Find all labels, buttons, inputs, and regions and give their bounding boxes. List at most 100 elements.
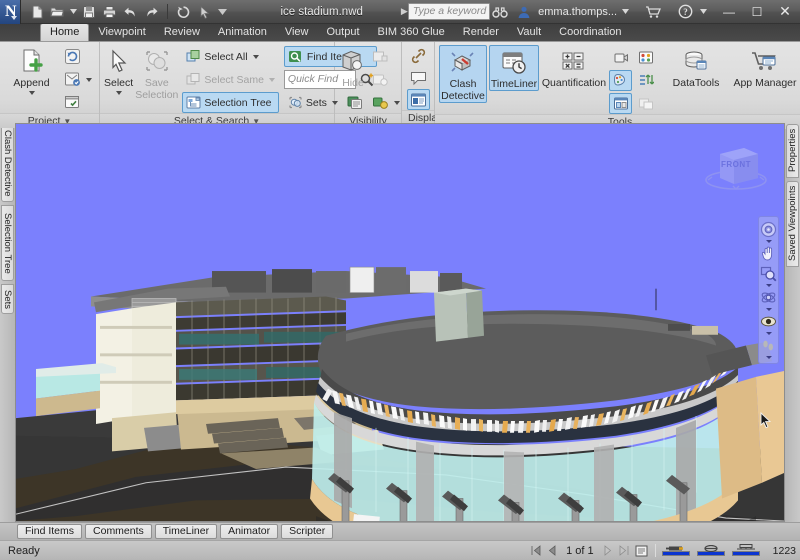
save-selection-button[interactable]: Save Selection	[135, 45, 178, 101]
select-all-button[interactable]: Select All	[182, 46, 279, 67]
undo-arrow-icon[interactable]	[121, 2, 140, 21]
unhide-all-button[interactable]	[369, 92, 403, 113]
hide-button[interactable]: Hide	[339, 45, 367, 89]
selection-tree-label: Selection Tree	[204, 96, 272, 109]
sidebar-item-clash-detective[interactable]: Clash Detective	[1, 124, 14, 202]
shopping-cart-icon[interactable]	[643, 2, 663, 22]
scene-viewport[interactable]: FRONT	[15, 123, 785, 522]
selection-tree-button[interactable]: Selection Tree	[182, 92, 279, 113]
tab-review[interactable]: Review	[155, 23, 209, 41]
quick-properties-button[interactable]	[407, 67, 430, 88]
tab-bim360glue[interactable]: BIM 360 Glue	[369, 23, 454, 41]
sidebar-item-properties[interactable]: Properties	[786, 124, 799, 178]
steering-wheel-icon[interactable]	[759, 220, 778, 239]
sidebar-item-sets[interactable]: Sets	[1, 284, 14, 314]
appearance-profiler-button[interactable]	[609, 70, 632, 91]
application-menu-button[interactable]: N	[0, 0, 22, 24]
redo-arrow-icon[interactable]	[142, 2, 161, 21]
bottom-tab-timeliner[interactable]: TimeLiner	[154, 524, 218, 539]
search-binoculars-icon[interactable]	[490, 2, 510, 22]
tab-home[interactable]: Home	[40, 23, 90, 41]
batch-utility-button[interactable]	[634, 70, 657, 91]
tools-small-buttons	[609, 45, 657, 114]
scripter-button[interactable]	[634, 47, 657, 68]
tab-animation[interactable]: Animation	[209, 23, 276, 41]
sheet-browser-button[interactable]	[634, 544, 649, 557]
first-sheet-button[interactable]	[529, 544, 542, 557]
sidebar-item-saved-viewpoints[interactable]: Saved Viewpoints	[786, 181, 799, 267]
select-all-dropdown-icon[interactable]	[252, 54, 259, 59]
panel-display-body	[402, 42, 434, 110]
bottom-tab-scripter[interactable]: Scripter	[281, 524, 334, 539]
reset-all-button[interactable]	[61, 69, 95, 90]
timeliner-button[interactable]: TimeLiner	[489, 45, 539, 91]
page-icon[interactable]	[27, 2, 46, 21]
search-input[interactable]: Type a keyword or phrase	[407, 3, 491, 20]
steering-wheel-dropdown-icon[interactable]	[765, 240, 772, 243]
magnifier-icon[interactable]	[759, 264, 778, 283]
printer-icon[interactable]	[100, 2, 119, 21]
eye-icon[interactable]	[759, 312, 778, 331]
footprints-icon[interactable]	[759, 336, 778, 355]
chevron-down-icon[interactable]	[216, 2, 228, 21]
tab-view[interactable]: View	[276, 23, 318, 41]
last-sheet-button[interactable]	[618, 544, 631, 557]
unhide-all-dropdown-icon[interactable]	[394, 100, 400, 105]
maximize-button[interactable]: ☐	[745, 2, 769, 22]
reset-all-dropdown-icon[interactable]	[86, 77, 92, 82]
close-button[interactable]: ✕	[773, 2, 797, 22]
compare-button[interactable]	[609, 93, 632, 114]
links-button[interactable]	[407, 45, 430, 66]
folder-open-icon[interactable]	[48, 2, 67, 21]
animator-button[interactable]	[609, 47, 632, 68]
append-button[interactable]: Append	[4, 45, 59, 95]
refresh-icon[interactable]	[174, 2, 193, 21]
arrow-cursor-icon[interactable]	[195, 2, 214, 21]
select-button[interactable]: Select	[104, 45, 133, 95]
tab-render[interactable]: Render	[454, 23, 508, 41]
view-cube[interactable]: FRONT	[700, 134, 772, 200]
navigation-bar[interactable]	[758, 216, 779, 364]
file-options-button[interactable]	[61, 92, 84, 113]
sets-button[interactable]: Sets	[284, 92, 342, 113]
help-icon[interactable]: ?	[675, 2, 695, 22]
zoom-dropdown-icon[interactable]	[765, 284, 772, 287]
bottom-tab-find-items[interactable]: Find Items	[17, 524, 83, 539]
orbit-dropdown-icon[interactable]	[765, 308, 772, 311]
tab-output[interactable]: Output	[318, 23, 369, 41]
bottom-tab-comments[interactable]: Comments	[85, 524, 152, 539]
chevron-down-icon[interactable]	[621, 2, 629, 22]
hand-icon[interactable]	[759, 244, 778, 263]
clash-detective-button[interactable]: Clash Detective	[439, 45, 487, 103]
document-title: ice stadium.nwd	[280, 5, 363, 18]
sidebar-item-selection-tree[interactable]: Selection Tree	[1, 205, 14, 281]
bottom-tab-animator[interactable]: Animator	[220, 524, 279, 539]
3d-scene[interactable]	[16, 124, 784, 521]
append-dropdown-icon[interactable]	[28, 91, 35, 95]
orbit-icon[interactable]	[759, 288, 778, 307]
web-icon	[732, 544, 760, 551]
tab-viewpoint[interactable]: Viewpoint	[89, 23, 155, 41]
user-account-icon[interactable]	[514, 2, 534, 22]
properties-button[interactable]	[406, 89, 430, 110]
chevron-down-icon[interactable]	[699, 2, 707, 22]
timeliner-label: TimeLiner	[490, 78, 538, 90]
next-sheet-button[interactable]	[602, 544, 615, 557]
chevron-down-icon[interactable]	[69, 2, 77, 21]
walk-dropdown-icon[interactable]	[765, 356, 772, 359]
select-dropdown-icon[interactable]	[115, 91, 122, 95]
user-name-label[interactable]: emma.thomps...	[538, 6, 617, 18]
tab-vault[interactable]: Vault	[508, 23, 550, 41]
title-overflow-chevron-icon[interactable]: ▶	[401, 6, 408, 17]
tab-coordination[interactable]: Coordination	[550, 23, 630, 41]
datatools-button[interactable]: DataTools	[665, 45, 727, 89]
app-manager-button[interactable]: App Manager	[729, 45, 800, 89]
floppy-disk-icon[interactable]	[79, 2, 98, 21]
minimize-button[interactable]: —	[717, 2, 741, 22]
select-same-dropdown-icon	[268, 77, 275, 82]
look-dropdown-icon[interactable]	[765, 332, 772, 335]
previous-sheet-button[interactable]	[545, 544, 558, 557]
quantification-button[interactable]: Quantification	[541, 45, 607, 89]
refresh-project-button[interactable]	[61, 46, 84, 67]
datatools-icon	[681, 47, 711, 77]
